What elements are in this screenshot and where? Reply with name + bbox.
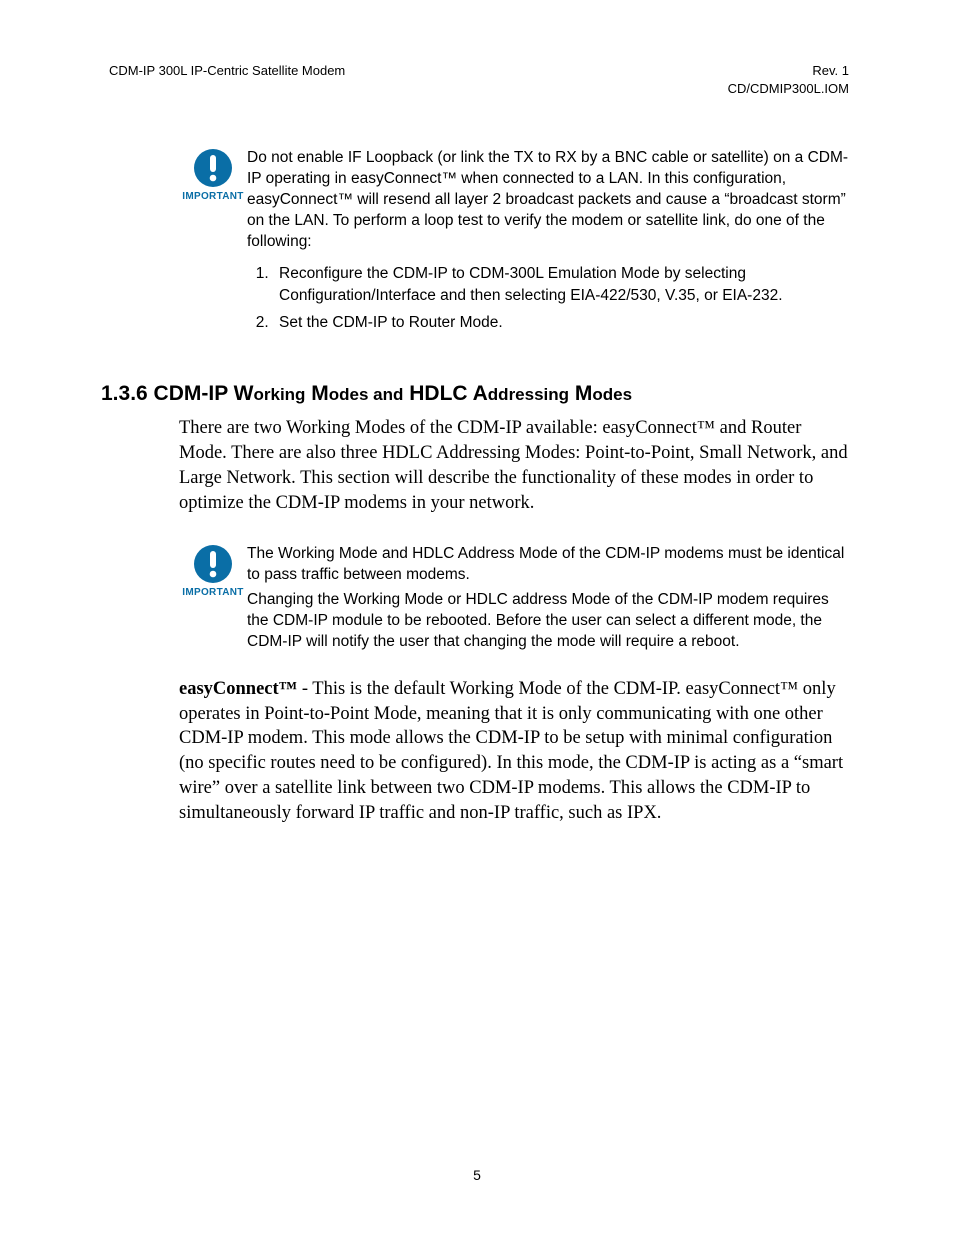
intro-paragraph: There are two Working Modes of the CDM-I… — [179, 416, 849, 516]
header-left: CDM-IP 300L IP-Centric Satellite Modem — [109, 62, 345, 98]
header-rev: Rev. 1 — [728, 62, 849, 80]
header-doc-id: CD/CDMIP300L.IOM — [728, 80, 849, 98]
important-label: IMPORTANT — [179, 586, 247, 600]
important-note-1: IMPORTANT Do not enable IF Loopback (or … — [179, 148, 849, 340]
page-number: 5 — [0, 1167, 954, 1183]
page-header: CDM-IP 300L IP-Centric Satellite Modem R… — [109, 62, 849, 98]
list-item: Reconfigure the CDM-IP to CDM-300L Emula… — [273, 263, 849, 306]
note2-p2: Changing the Working Mode or HDLC addres… — [247, 590, 849, 653]
easyconnect-desc: - This is the default Working Mode of th… — [179, 679, 843, 824]
note-text-block: Do not enable IF Loopback (or link the T… — [247, 148, 849, 340]
note1-list: Reconfigure the CDM-IP to CDM-300L Emula… — [247, 263, 849, 334]
header-right: Rev. 1 CD/CDMIP300L.IOM — [728, 62, 849, 98]
note-text-block: The Working Mode and HDLC Address Mode o… — [247, 544, 849, 653]
section-number: 1.3.6 — [101, 382, 148, 405]
list-item: Set the CDM-IP to Router Mode. — [273, 312, 849, 334]
note1-body: Do not enable IF Loopback (or link the T… — [247, 148, 849, 253]
important-icon: IMPORTANT — [179, 148, 247, 340]
important-icon: IMPORTANT — [179, 544, 247, 653]
section-heading: 1.3.6 CDM-IP Working Modes and HDLC Addr… — [101, 382, 849, 406]
easyconnect-term: easyConnect™ — [179, 679, 297, 699]
page: CDM-IP 300L IP-Centric Satellite Modem R… — [0, 0, 954, 1235]
easyconnect-paragraph: easyConnect™ - This is the default Worki… — [179, 677, 849, 827]
important-note-2: IMPORTANT The Working Mode and HDLC Addr… — [179, 544, 849, 653]
note2-p1: The Working Mode and HDLC Address Mode o… — [247, 544, 849, 586]
important-label: IMPORTANT — [179, 190, 247, 204]
